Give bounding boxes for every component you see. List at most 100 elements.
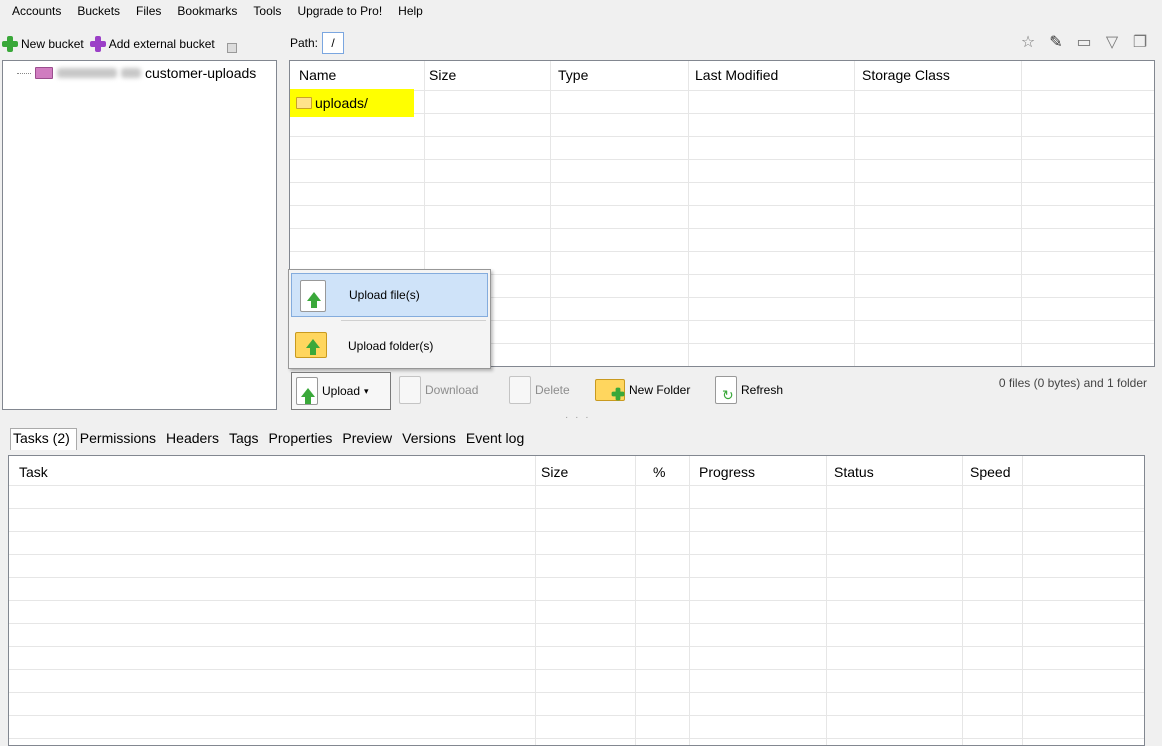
new-folder-button[interactable]: New Folder — [595, 374, 690, 406]
row-divider — [9, 485, 1144, 486]
row-divider — [290, 205, 1154, 206]
menu-help[interactable]: Help — [390, 4, 431, 18]
add-external-bucket-label: Add external bucket — [108, 37, 215, 51]
redacted-text — [121, 68, 141, 78]
menu-bookmarks[interactable]: Bookmarks — [169, 4, 245, 18]
upload-folder-icon — [295, 332, 327, 358]
chevron-down-icon: ▾ — [364, 385, 369, 396]
new-bucket-label: New bucket — [21, 37, 84, 51]
row-divider — [290, 228, 1154, 229]
tab-permissions[interactable]: Permissions — [77, 428, 163, 450]
refresh-icon: ↻ — [715, 376, 737, 404]
row-divider — [290, 182, 1154, 183]
redacted-text — [57, 68, 117, 78]
delete-label: Delete — [535, 383, 570, 397]
file-actions-toolbar: ☆ ✎ ▭ ▽ ❐ — [1018, 30, 1150, 54]
row-divider — [9, 646, 1144, 647]
delete-button[interactable]: Delete — [509, 374, 570, 406]
window-icon[interactable]: ▭ — [1074, 32, 1094, 52]
column-header-name[interactable]: Name — [299, 67, 336, 83]
column-header-size[interactable]: Size — [429, 67, 456, 83]
column-header-storage-class[interactable]: Storage Class — [862, 67, 950, 83]
upload-label: Upload — [322, 384, 361, 398]
toolbar-overflow-button[interactable] — [226, 43, 237, 53]
column-header-percent[interactable]: % — [653, 464, 665, 480]
refresh-label: Refresh — [741, 383, 784, 397]
row-divider — [290, 251, 1154, 252]
row-divider — [9, 508, 1144, 509]
column-header-last-modified[interactable]: Last Modified — [695, 67, 778, 83]
menu-tools[interactable]: Tools — [245, 4, 289, 18]
tree-connector — [17, 72, 31, 74]
tab-event-log[interactable]: Event log — [463, 428, 531, 450]
bucket-icon — [35, 67, 53, 79]
menu-upgrade[interactable]: Upgrade to Pro! — [289, 4, 390, 18]
row-divider — [9, 531, 1144, 532]
upload-button[interactable]: Upload ▾ — [291, 372, 391, 410]
row-divider — [290, 113, 1154, 114]
row-divider — [9, 623, 1144, 624]
row-divider — [9, 554, 1144, 555]
path-input[interactable]: / — [322, 32, 345, 54]
column-header-size[interactable]: Size — [541, 464, 568, 480]
row-divider — [9, 715, 1144, 716]
download-icon — [399, 376, 421, 404]
pencil-icon[interactable]: ✎ — [1046, 32, 1066, 52]
upload-file-icon — [300, 280, 326, 312]
pane-splitter[interactable]: · · · — [565, 412, 591, 423]
folder-icon — [296, 97, 312, 109]
upload-icon — [296, 377, 318, 405]
menu-bar: Accounts Buckets Files Bookmarks Tools U… — [0, 0, 1162, 22]
file-list-header: Name Size Type Last Modified Storage Cla… — [290, 61, 1154, 91]
file-toolbar: Upload ▾ Download Delete New Folder ↻ Re… — [289, 370, 1155, 410]
download-button[interactable]: Download — [399, 374, 478, 406]
file-count-status: 0 files (0 bytes) and 1 folder — [998, 376, 1147, 390]
tab-tags[interactable]: Tags — [226, 428, 266, 450]
menu-item-upload-files[interactable]: Upload file(s) — [291, 273, 488, 317]
new-folder-icon — [595, 379, 625, 401]
column-header-status[interactable]: Status — [834, 464, 874, 480]
menu-item-label: Upload folder(s) — [348, 339, 434, 353]
refresh-button[interactable]: ↻ Refresh — [715, 374, 783, 406]
task-list[interactable]: Task Size % Progress Status Speed — [8, 455, 1145, 746]
bottom-tabs: Tasks (2) Permissions Headers Tags Prope… — [10, 428, 531, 450]
tab-tasks[interactable]: Tasks (2) — [10, 428, 77, 450]
bucket-tree[interactable]: customer-uploads — [2, 60, 277, 410]
tree-item-bucket[interactable]: customer-uploads — [17, 65, 256, 81]
row-divider — [9, 669, 1144, 670]
download-label: Download — [425, 383, 479, 397]
path-label: Path: — [290, 36, 319, 50]
row-divider — [9, 738, 1144, 739]
star-icon[interactable]: ☆ — [1018, 32, 1038, 52]
menu-accounts[interactable]: Accounts — [4, 4, 69, 18]
menu-files[interactable]: Files — [128, 4, 169, 18]
file-row-uploads[interactable]: uploads/ — [290, 89, 414, 117]
delete-icon — [509, 376, 531, 404]
tab-headers[interactable]: Headers — [163, 428, 226, 450]
tab-versions[interactable]: Versions — [399, 428, 463, 450]
plus-icon — [89, 36, 106, 52]
column-header-task[interactable]: Task — [19, 464, 48, 480]
copy-icon[interactable]: ❐ — [1130, 32, 1150, 52]
row-divider — [9, 600, 1144, 601]
tab-properties[interactable]: Properties — [266, 428, 340, 450]
bucket-name: customer-uploads — [145, 65, 257, 81]
column-header-type[interactable]: Type — [558, 67, 588, 83]
plus-icon — [2, 36, 18, 52]
row-divider — [9, 577, 1144, 578]
bucket-toolbar: New bucket Add external bucket — [0, 30, 278, 58]
row-divider — [290, 159, 1154, 160]
column-header-progress[interactable]: Progress — [699, 464, 755, 480]
new-folder-label: New Folder — [629, 383, 691, 397]
file-name: uploads/ — [315, 95, 368, 111]
menu-item-upload-folders[interactable]: Upload folder(s) — [291, 324, 488, 368]
add-external-bucket-button[interactable]: Add external bucket — [89, 36, 215, 52]
tab-preview[interactable]: Preview — [339, 428, 399, 450]
menu-separator — [341, 320, 486, 321]
filter-icon[interactable]: ▽ — [1102, 32, 1122, 52]
menu-buckets[interactable]: Buckets — [69, 4, 128, 18]
row-divider — [290, 136, 1154, 137]
new-bucket-button[interactable]: New bucket — [2, 36, 84, 52]
column-header-speed[interactable]: Speed — [970, 464, 1010, 480]
row-divider — [9, 692, 1144, 693]
